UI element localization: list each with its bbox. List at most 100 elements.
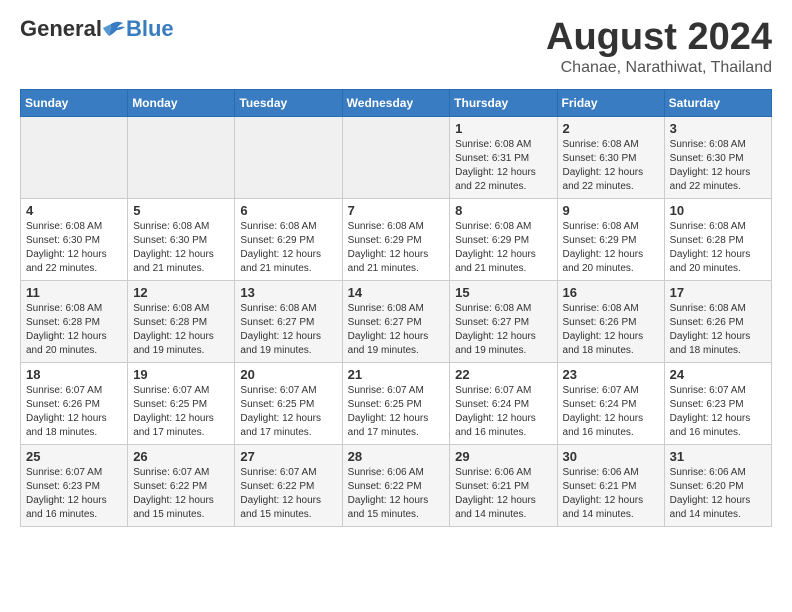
day-number: 6 bbox=[240, 203, 336, 218]
day-info: Sunrise: 6:07 AMSunset: 6:26 PMDaylight:… bbox=[26, 384, 122, 440]
calendar-header-sunday: Sunday bbox=[21, 90, 128, 117]
day-number: 18 bbox=[26, 367, 122, 382]
day-info: Sunrise: 6:07 AMSunset: 6:24 PMDaylight:… bbox=[455, 384, 551, 440]
calendar-week-2: 4 Sunrise: 6:08 AMSunset: 6:30 PMDaylight… bbox=[21, 199, 772, 281]
calendar-cell: 12Sunrise: 6:08 AMSunset: 6:28 PMDayligh… bbox=[128, 281, 235, 363]
day-number: 20 bbox=[240, 367, 336, 382]
calendar-cell: 2 Sunrise: 6:08 AMSunset: 6:30 PMDaylight… bbox=[557, 117, 664, 199]
calendar-cell: 18 Sunrise: 6:07 AMSunset: 6:26 PMDayligh… bbox=[21, 363, 128, 445]
calendar-header-row: SundayMondayTuesdayWednesdayThursdayFrid… bbox=[21, 90, 772, 117]
day-info: Sunrise: 6:08 AMSunset: 6:29 PMDaylight:… bbox=[563, 220, 659, 276]
calendar-cell: 9 Sunrise: 6:08 AMSunset: 6:29 PMDaylight… bbox=[557, 199, 664, 281]
day-info: Sunrise: 6:08 AMSunset: 6:27 PMDaylight:… bbox=[240, 302, 336, 358]
calendar-header-monday: Monday bbox=[128, 90, 235, 117]
calendar-cell: 19 Sunrise: 6:07 AMSunset: 6:25 PMDayligh… bbox=[128, 363, 235, 445]
day-info: Sunrise: 6:08 AMSunset: 6:28 PMDaylight:… bbox=[133, 302, 229, 358]
calendar-cell: 29Sunrise: 6:06 AMSunset: 6:21 PMDayligh… bbox=[450, 445, 557, 527]
day-info: Sunrise: 6:08 AMSunset: 6:30 PMDaylight:… bbox=[670, 138, 766, 194]
calendar-header-thursday: Thursday bbox=[450, 90, 557, 117]
day-info: Sunrise: 6:07 AMSunset: 6:22 PMDaylight:… bbox=[240, 466, 336, 522]
day-info: Sunrise: 6:08 AMSunset: 6:29 PMDaylight:… bbox=[348, 220, 445, 276]
day-number: 27 bbox=[240, 449, 336, 464]
calendar-cell: 22 Sunrise: 6:07 AMSunset: 6:24 PMDayligh… bbox=[450, 363, 557, 445]
calendar-cell: 14Sunrise: 6:08 AMSunset: 6:27 PMDayligh… bbox=[342, 281, 450, 363]
day-info: Sunrise: 6:08 AMSunset: 6:27 PMDaylight:… bbox=[348, 302, 445, 358]
logo: General Blue bbox=[20, 16, 174, 42]
day-number: 28 bbox=[348, 449, 445, 464]
day-number: 19 bbox=[133, 367, 229, 382]
day-number: 31 bbox=[670, 449, 766, 464]
calendar-cell: 21Sunrise: 6:07 AMSunset: 6:25 PMDayligh… bbox=[342, 363, 450, 445]
day-number: 23 bbox=[563, 367, 659, 382]
day-info: Sunrise: 6:08 AMSunset: 6:26 PMDaylight:… bbox=[563, 302, 659, 358]
logo-bird-icon bbox=[103, 20, 125, 38]
day-info: Sunrise: 6:06 AMSunset: 6:21 PMDaylight:… bbox=[563, 466, 659, 522]
day-info: Sunrise: 6:07 AMSunset: 6:22 PMDaylight:… bbox=[133, 466, 229, 522]
calendar-cell: 25 Sunrise: 6:07 AMSunset: 6:23 PMDayligh… bbox=[21, 445, 128, 527]
day-number: 16 bbox=[563, 285, 659, 300]
calendar-cell: 4Sunrise: 6:08 AMSunset: 6:30 PMDaylight… bbox=[21, 199, 128, 281]
calendar-cell: 6 Sunrise: 6:08 AMSunset: 6:29 PMDaylight… bbox=[235, 199, 342, 281]
calendar-cell: 15 Sunrise: 6:08 AMSunset: 6:27 PMDayligh… bbox=[450, 281, 557, 363]
day-number: 22 bbox=[455, 367, 551, 382]
day-info: Sunrise: 6:08 AMSunset: 6:28 PMDaylight:… bbox=[26, 302, 122, 358]
subtitle: Chanae, Narathiwat, Thailand bbox=[546, 59, 772, 77]
day-info: Sunrise: 6:06 AMSunset: 6:20 PMDaylight:… bbox=[670, 466, 766, 522]
day-number: 17 bbox=[670, 285, 766, 300]
calendar-header-friday: Friday bbox=[557, 90, 664, 117]
day-info: Sunrise: 6:07 AMSunset: 6:24 PMDaylight:… bbox=[563, 384, 659, 440]
calendar-cell: 7 Sunrise: 6:08 AMSunset: 6:29 PMDaylight… bbox=[342, 199, 450, 281]
calendar-table: SundayMondayTuesdayWednesdayThursdayFrid… bbox=[20, 89, 772, 527]
calendar-cell: 23 Sunrise: 6:07 AMSunset: 6:24 PMDayligh… bbox=[557, 363, 664, 445]
calendar-cell: 1Sunrise: 6:08 AMSunset: 6:31 PMDaylight… bbox=[450, 117, 557, 199]
calendar-header-tuesday: Tuesday bbox=[235, 90, 342, 117]
calendar-cell: 17 Sunrise: 6:08 AMSunset: 6:26 PMDayligh… bbox=[664, 281, 771, 363]
day-info: Sunrise: 6:07 AMSunset: 6:25 PMDaylight:… bbox=[133, 384, 229, 440]
logo-general-text: General bbox=[20, 16, 102, 42]
day-info: Sunrise: 6:08 AMSunset: 6:29 PMDaylight:… bbox=[240, 220, 336, 276]
day-number: 7 bbox=[348, 203, 445, 218]
day-info: Sunrise: 6:08 AMSunset: 6:27 PMDaylight:… bbox=[455, 302, 551, 358]
day-info: Sunrise: 6:08 AMSunset: 6:30 PMDaylight:… bbox=[133, 220, 229, 276]
day-number: 4 bbox=[26, 203, 122, 218]
logo-blue-text: Blue bbox=[126, 16, 174, 42]
day-number: 25 bbox=[26, 449, 122, 464]
day-info: Sunrise: 6:08 AMSunset: 6:26 PMDaylight:… bbox=[670, 302, 766, 358]
day-info: Sunrise: 6:08 AMSunset: 6:31 PMDaylight:… bbox=[455, 138, 551, 194]
calendar-cell: 10Sunrise: 6:08 AMSunset: 6:28 PMDayligh… bbox=[664, 199, 771, 281]
calendar-cell: 13Sunrise: 6:08 AMSunset: 6:27 PMDayligh… bbox=[235, 281, 342, 363]
calendar-week-4: 18 Sunrise: 6:07 AMSunset: 6:26 PMDayligh… bbox=[21, 363, 772, 445]
calendar-week-1: 1Sunrise: 6:08 AMSunset: 6:31 PMDaylight… bbox=[21, 117, 772, 199]
day-number: 9 bbox=[563, 203, 659, 218]
calendar-cell: 31 Sunrise: 6:06 AMSunset: 6:20 PMDayligh… bbox=[664, 445, 771, 527]
calendar-header-wednesday: Wednesday bbox=[342, 90, 450, 117]
day-info: Sunrise: 6:07 AMSunset: 6:23 PMDaylight:… bbox=[26, 466, 122, 522]
day-number: 5 bbox=[133, 203, 229, 218]
calendar-cell: 24 Sunrise: 6:07 AMSunset: 6:23 PMDayligh… bbox=[664, 363, 771, 445]
day-number: 29 bbox=[455, 449, 551, 464]
day-number: 15 bbox=[455, 285, 551, 300]
day-info: Sunrise: 6:08 AMSunset: 6:30 PMDaylight:… bbox=[563, 138, 659, 194]
day-info: Sunrise: 6:07 AMSunset: 6:25 PMDaylight:… bbox=[240, 384, 336, 440]
day-number: 24 bbox=[670, 367, 766, 382]
calendar-cell: 8 Sunrise: 6:08 AMSunset: 6:29 PMDaylight… bbox=[450, 199, 557, 281]
calendar-cell: 28Sunrise: 6:06 AMSunset: 6:22 PMDayligh… bbox=[342, 445, 450, 527]
calendar-cell bbox=[235, 117, 342, 199]
day-number: 30 bbox=[563, 449, 659, 464]
calendar-cell: 27 Sunrise: 6:07 AMSunset: 6:22 PMDayligh… bbox=[235, 445, 342, 527]
calendar-cell: 20 Sunrise: 6:07 AMSunset: 6:25 PMDayligh… bbox=[235, 363, 342, 445]
calendar-cell bbox=[21, 117, 128, 199]
calendar-cell: 11Sunrise: 6:08 AMSunset: 6:28 PMDayligh… bbox=[21, 281, 128, 363]
day-info: Sunrise: 6:08 AMSunset: 6:29 PMDaylight:… bbox=[455, 220, 551, 276]
day-number: 26 bbox=[133, 449, 229, 464]
day-number: 2 bbox=[563, 121, 659, 136]
calendar-header-saturday: Saturday bbox=[664, 90, 771, 117]
day-number: 8 bbox=[455, 203, 551, 218]
calendar-week-5: 25 Sunrise: 6:07 AMSunset: 6:23 PMDayligh… bbox=[21, 445, 772, 527]
calendar-cell: 3 Sunrise: 6:08 AMSunset: 6:30 PMDaylight… bbox=[664, 117, 771, 199]
day-info: Sunrise: 6:07 AMSunset: 6:23 PMDaylight:… bbox=[670, 384, 766, 440]
day-number: 3 bbox=[670, 121, 766, 136]
calendar-cell: 16 Sunrise: 6:08 AMSunset: 6:26 PMDayligh… bbox=[557, 281, 664, 363]
calendar-week-3: 11Sunrise: 6:08 AMSunset: 6:28 PMDayligh… bbox=[21, 281, 772, 363]
calendar-cell: 5 Sunrise: 6:08 AMSunset: 6:30 PMDaylight… bbox=[128, 199, 235, 281]
